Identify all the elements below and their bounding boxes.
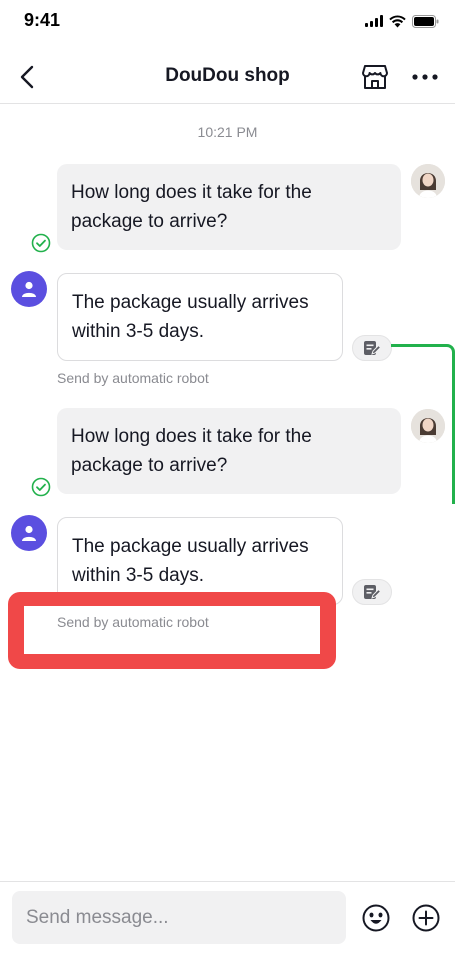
status-time: 9:41 (24, 10, 61, 30)
avatar[interactable] (411, 409, 445, 443)
edit-note-button[interactable] (352, 579, 392, 605)
shop-button[interactable] (361, 63, 389, 91)
ellipsis-icon (412, 74, 438, 80)
wifi-icon (389, 14, 406, 27)
battery-icon (412, 14, 439, 28)
person-icon (22, 281, 36, 297)
plus-circle-icon (412, 904, 440, 932)
bot-avatar[interactable] (11, 271, 47, 307)
person-icon (22, 525, 36, 541)
store-icon (362, 65, 388, 89)
avatar[interactable] (411, 164, 445, 198)
status-bar: 9:41 (0, 0, 455, 44)
edit-note-button[interactable] (352, 335, 392, 361)
check-circle-icon (31, 233, 51, 253)
status-icons (365, 14, 439, 28)
message-bubble-incoming[interactable]: The package usually arrives within 3-5 d… (57, 273, 343, 361)
note-edit-icon (364, 341, 381, 355)
robot-caption: Send by automatic robot (57, 370, 209, 386)
more-options-button[interactable] (410, 66, 440, 88)
user-photo-icon (411, 409, 445, 443)
robot-caption: Send by automatic robot (57, 614, 209, 630)
add-attachment-button[interactable] (411, 903, 441, 933)
divider (0, 881, 455, 882)
message-bubble-outgoing[interactable]: How long does it take for the package to… (57, 408, 401, 494)
user-photo-icon (411, 164, 445, 198)
message-bubble-outgoing[interactable]: How long does it take for the package to… (57, 164, 401, 250)
nav-bar: DouDou shop (0, 50, 455, 104)
note-edit-icon (364, 585, 381, 599)
bot-avatar[interactable] (11, 515, 47, 551)
check-circle-icon (31, 477, 51, 497)
emoji-icon (362, 904, 390, 932)
message-input[interactable] (12, 891, 346, 944)
emoji-button[interactable] (361, 903, 391, 933)
chat-timestamp: 10:21 PM (197, 124, 258, 140)
cellular-signal-icon (365, 15, 383, 27)
